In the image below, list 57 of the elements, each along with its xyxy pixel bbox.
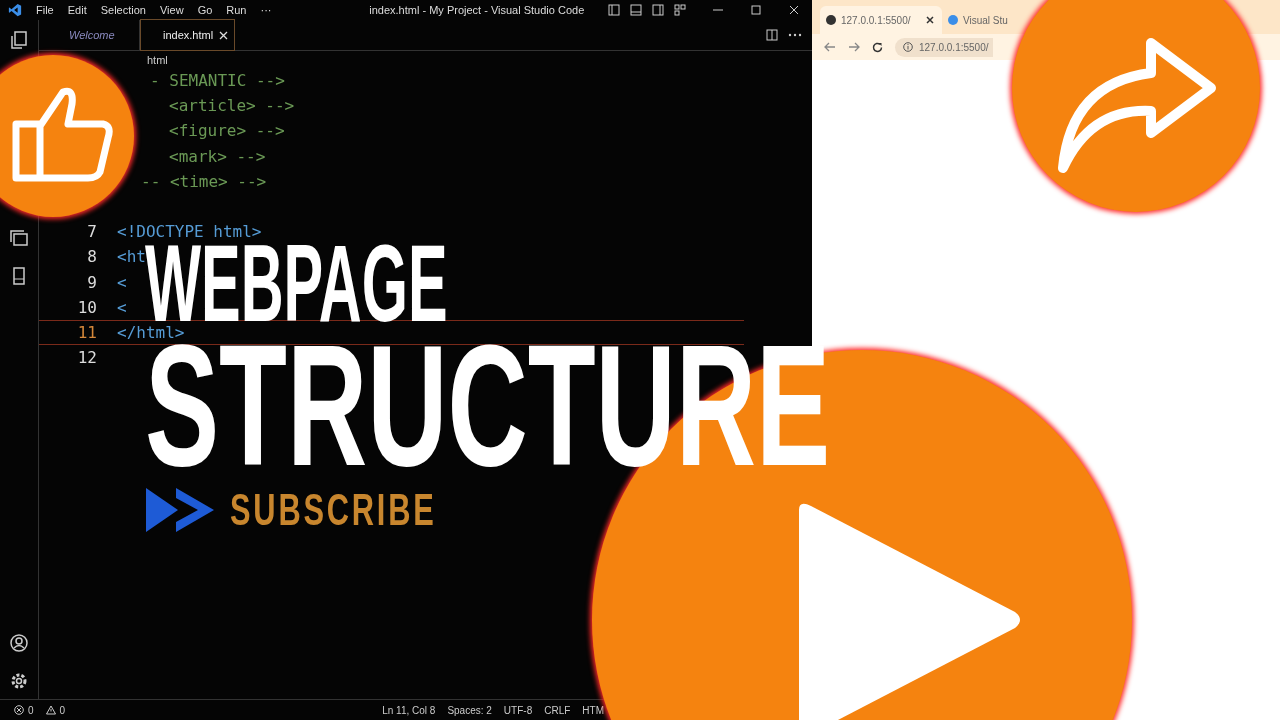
line-number: 8: [87, 247, 97, 267]
breadcrumb[interactable]: html: [147, 53, 168, 66]
address-bar[interactable]: 127.0.0.1:5500/: [895, 37, 993, 57]
grid-icon[interactable]: [674, 4, 686, 16]
line-number: 9: [87, 272, 97, 292]
maximize-icon[interactable]: [750, 4, 762, 16]
back-icon[interactable]: [824, 42, 836, 52]
line-number: 10: [77, 297, 97, 317]
code-line: -- <time> -->: [141, 171, 267, 191]
code-line: <figure> -->: [169, 121, 285, 141]
layout-icon[interactable]: [608, 4, 620, 16]
menu-item[interactable]: Edit: [67, 4, 87, 16]
code-line: <mark> -->: [169, 146, 266, 166]
window-title: index.html - My Project - Visual Studio Code: [368, 4, 586, 16]
warning-count[interactable]: 0: [59, 704, 66, 716]
error-count[interactable]: 0: [28, 704, 34, 716]
code-line: <: [117, 272, 127, 292]
status-item[interactable]: UTF-8: [503, 704, 533, 716]
menu-item[interactable]: Run: [226, 4, 247, 16]
headline: WEBPAGE: [145, 243, 448, 323]
line-number: 12: [77, 347, 97, 367]
code-line: - SEMANTIC -->: [150, 71, 285, 91]
split-icon[interactable]: [766, 29, 778, 41]
menu-item[interactable]: Selection: [100, 4, 146, 16]
double-arrow-icon: [146, 488, 214, 532]
code-line: <!DOCTYPE html>: [117, 222, 262, 242]
close-icon[interactable]: [926, 16, 934, 24]
menu-item[interactable]: View: [159, 4, 184, 16]
editor-tab[interactable]: Welcome: [39, 20, 140, 50]
status-item[interactable]: HTM: [582, 704, 604, 716]
error-icon[interactable]: [14, 705, 24, 715]
status-item[interactable]: CRLF: [544, 704, 571, 716]
info-icon: [903, 42, 913, 52]
browser-tab[interactable]: 127.0.0.1:5500/: [820, 6, 942, 34]
code-line: <ht: [117, 247, 146, 267]
code-line: <: [117, 297, 127, 317]
menu-item[interactable]: ···: [260, 4, 272, 16]
editor-tab[interactable]: index.html: [140, 19, 236, 51]
menu-item[interactable]: File: [36, 4, 54, 16]
browser-tab[interactable]: Visual Stu: [942, 6, 1008, 34]
more-icon[interactable]: [788, 33, 802, 37]
status-item[interactable]: Spaces: 2: [447, 704, 492, 716]
code-line: <article> -->: [169, 96, 295, 116]
line-number: 7: [87, 222, 97, 242]
editor-logo-icon: [8, 3, 22, 17]
line-number: 11: [77, 322, 97, 342]
warning-icon[interactable]: [45, 705, 56, 715]
menu-item[interactable]: Go: [197, 4, 213, 16]
layout-icon[interactable]: [652, 4, 664, 16]
forward-icon[interactable]: [848, 42, 860, 52]
windows-icon[interactable]: [9, 228, 29, 248]
account-icon[interactable]: [9, 633, 29, 653]
files-icon[interactable]: [9, 30, 29, 50]
panel-icon[interactable]: [630, 4, 642, 16]
reload-icon[interactable]: [872, 41, 883, 53]
settings-icon[interactable]: [9, 671, 29, 691]
status-item[interactable]: Ln 11, Col 8: [382, 704, 436, 716]
